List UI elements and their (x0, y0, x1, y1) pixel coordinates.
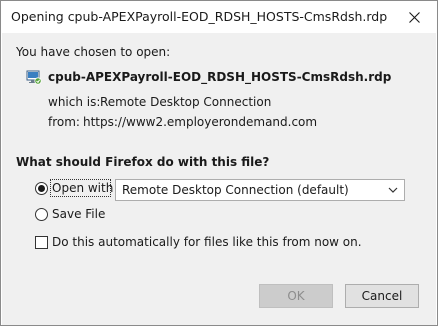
which-is-value: Remote Desktop Connection (100, 95, 272, 109)
application-select[interactable]: Remote Desktop Connection (default) (115, 179, 405, 201)
close-icon (408, 11, 420, 23)
dialog-body: You have chosen to open: cpub-APEXPayrol… (2, 33, 436, 271)
title-bar: Opening cpub-APEXPayroll-EOD_RDSH_HOSTS-… (1, 1, 437, 33)
auto-checkbox[interactable] (35, 236, 48, 249)
auto-checkbox-label[interactable]: Do this automatically for files like thi… (52, 235, 362, 249)
window-title: Opening cpub-APEXPayroll-EOD_RDSH_HOSTS-… (11, 9, 388, 24)
download-dialog: Opening cpub-APEXPayroll-EOD_RDSH_HOSTS-… (0, 0, 438, 326)
open-with-radio[interactable] (35, 182, 48, 195)
application-select-value: Remote Desktop Connection (default) (122, 183, 349, 197)
cancel-button[interactable]: Cancel (345, 284, 419, 308)
which-is-label: which is: (48, 95, 101, 109)
rdp-file-icon (26, 70, 42, 85)
open-with-label[interactable]: Open with (52, 181, 113, 195)
close-button[interactable] (391, 1, 437, 33)
question-heading: What should Firefox do with this file? (16, 155, 270, 169)
chevron-down-icon (388, 187, 398, 193)
ok-button[interactable]: OK (259, 284, 333, 308)
save-file-radio[interactable] (35, 208, 48, 221)
file-name: cpub-APEXPayroll-EOD_RDSH_HOSTS-CmsRdsh.… (48, 70, 392, 84)
save-file-label[interactable]: Save File (52, 207, 105, 221)
from-value: https://www2.employerondemand.com (83, 115, 318, 129)
from-label: from: (48, 115, 80, 129)
intro-text: You have chosen to open: (16, 45, 171, 59)
button-bar: OK Cancel (2, 271, 436, 325)
ok-button-label: OK (287, 289, 305, 303)
cancel-button-label: Cancel (361, 289, 403, 303)
